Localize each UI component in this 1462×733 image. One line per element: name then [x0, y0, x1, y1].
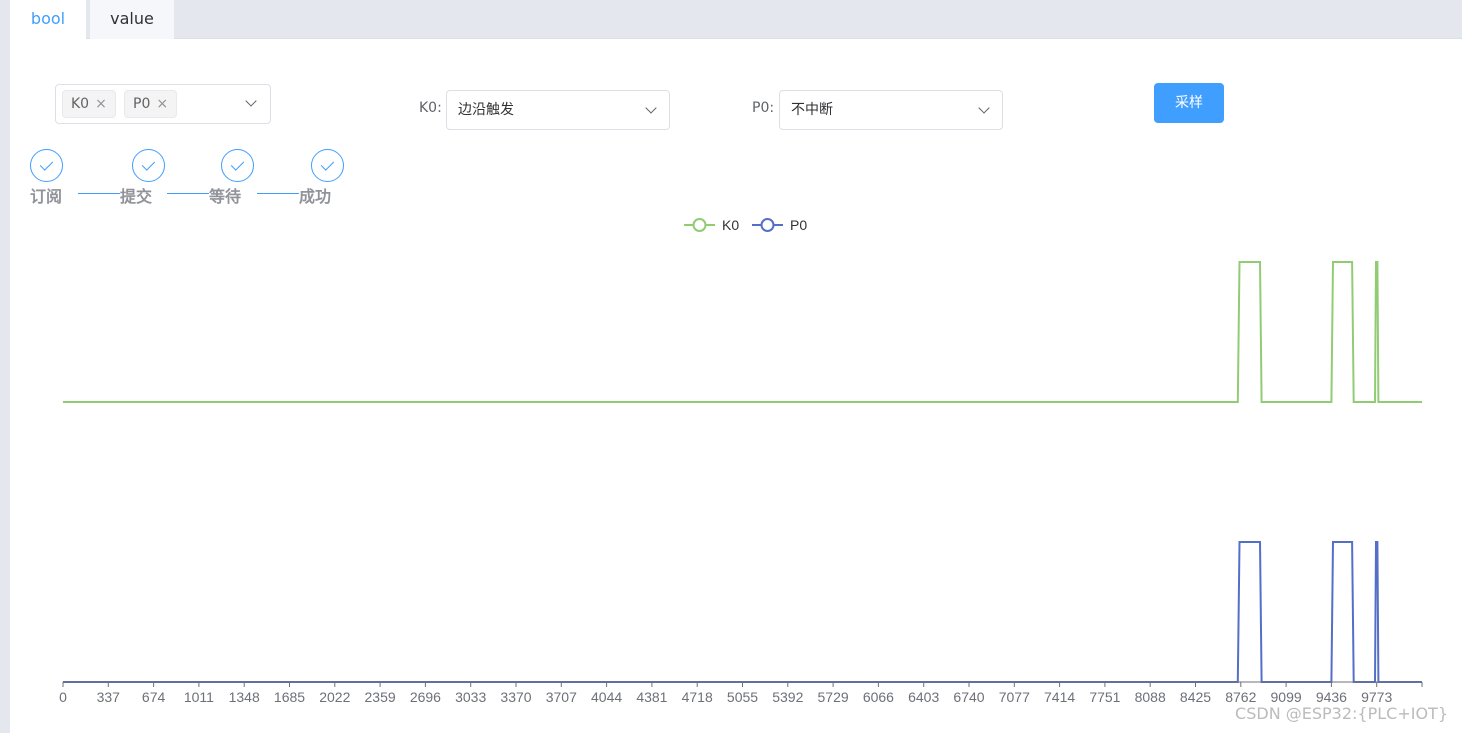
- tag-k0-label: K0: [71, 96, 90, 112]
- legend-marker-p0[interactable]: [760, 218, 775, 232]
- step-check-icon: [311, 149, 344, 182]
- x-tick-label: 6403: [908, 689, 939, 705]
- x-tick-label: 6066: [863, 689, 894, 705]
- k0-mode-value: 边沿触发: [458, 102, 514, 118]
- p0-mode-select[interactable]: 不中断: [779, 90, 1003, 130]
- x-tick-label: 1348: [229, 689, 260, 705]
- x-tick-label: 9436: [1316, 689, 1347, 705]
- step-connector: [78, 193, 120, 194]
- x-tick-label: 7077: [999, 689, 1030, 705]
- step-title-success: 成功: [299, 187, 332, 206]
- x-tick-label: 8762: [1225, 689, 1256, 705]
- step-title-subscribe: 订阅: [30, 187, 63, 206]
- x-tick-label: 674: [142, 689, 166, 705]
- tag-p0-label: P0: [133, 96, 151, 112]
- signal-chart: K0 P0 0 337 674 1011 1348 1685 2022 2359 2696 3033 3…: [59, 217, 1423, 705]
- step-connector: [167, 193, 209, 194]
- tag-k0: K0 ×: [62, 90, 116, 118]
- x-tick-label: 4044: [591, 689, 622, 705]
- step-title-submit: 提交: [120, 187, 153, 206]
- x-tick-label: 7414: [1044, 689, 1075, 705]
- k0-mode-select[interactable]: 边沿触发: [446, 90, 670, 130]
- x-tick-label: 5729: [818, 689, 849, 705]
- tag-k0-remove-icon[interactable]: ×: [95, 96, 107, 112]
- x-tick-label: 2022: [319, 689, 350, 705]
- chevron-down-icon: [978, 102, 990, 114]
- x-tick-label: 1685: [274, 689, 305, 705]
- x-tick-label: 3370: [500, 689, 531, 705]
- x-tick-label: 8088: [1135, 689, 1166, 705]
- k0-mode-label: K0:: [419, 100, 442, 116]
- legend-marker-k0[interactable]: [692, 218, 707, 232]
- p0-mode-value: 不中断: [791, 102, 833, 118]
- x-tick-label: 2359: [365, 689, 396, 705]
- watermark: CSDN @ESP32:{PLC+IOT}: [1235, 704, 1448, 723]
- series-line-p0: [63, 541, 1422, 683]
- x-tick-label: 7751: [1089, 689, 1120, 705]
- channel-multiselect[interactable]: K0 × P0 ×: [55, 84, 271, 124]
- tag-p0: P0 ×: [124, 90, 178, 118]
- legend-label-p0[interactable]: P0: [790, 217, 807, 233]
- p0-mode-label: P0:: [752, 100, 775, 116]
- x-tick-label: 3707: [546, 689, 577, 705]
- x-tick-label: 3033: [455, 689, 486, 705]
- x-tick-label: 9773: [1361, 689, 1392, 705]
- x-tick-label: 5392: [772, 689, 803, 705]
- legend-label-k0[interactable]: K0: [722, 217, 739, 233]
- x-tick-label: 9099: [1271, 689, 1302, 705]
- tab-value[interactable]: value: [90, 0, 174, 39]
- tag-p0-remove-icon[interactable]: ×: [156, 96, 168, 112]
- x-tick-label: 1011: [184, 689, 214, 705]
- x-tick-label: 5055: [727, 689, 758, 705]
- sample-button[interactable]: 采样: [1154, 83, 1224, 123]
- x-tick-label: 0: [59, 689, 67, 705]
- step-check-icon: [30, 149, 63, 182]
- chevron-down-icon: [645, 102, 657, 114]
- step-connector: [257, 193, 299, 194]
- step-title-wait: 等待: [209, 187, 242, 206]
- x-tick-label: 4718: [682, 689, 713, 705]
- tab-bar: bool value: [10, 0, 1462, 40]
- step-check-icon: [132, 149, 165, 182]
- step-check-icon: [221, 149, 254, 182]
- x-tick-label: 2696: [410, 689, 441, 705]
- tab-bool[interactable]: bool: [10, 0, 86, 40]
- x-tick-label: 8425: [1180, 689, 1211, 705]
- x-tick-label: 6740: [953, 689, 984, 705]
- x-tick-label: 4381: [636, 689, 667, 705]
- x-tick-label: 337: [97, 689, 121, 705]
- chevron-down-icon[interactable]: [245, 95, 257, 107]
- series-line-k0: [63, 261, 1422, 403]
